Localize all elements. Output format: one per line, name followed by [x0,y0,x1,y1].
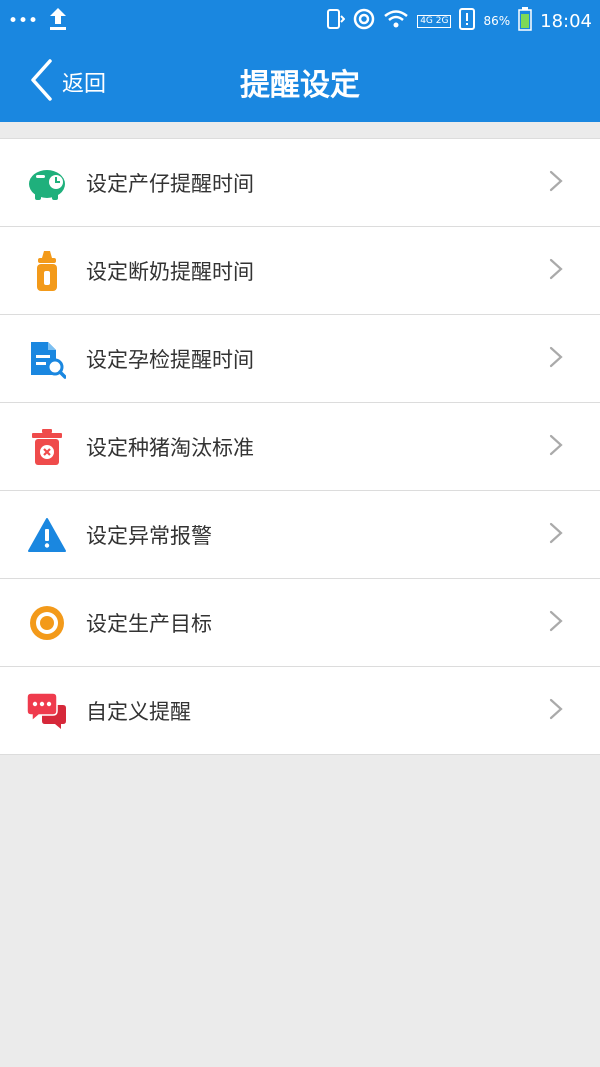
wifi-icon [383,9,409,34]
menu-item-label: 设定种猪淘汰标准 [86,435,254,460]
chevron-right-icon [548,521,564,549]
piggy-bank-icon [26,162,68,204]
chevron-right-icon [548,697,564,725]
menu-item-abnormal-alarm[interactable]: 设定异常报警 [0,491,600,579]
target-icon [26,602,68,644]
chevron-right-icon [548,257,564,285]
menu-item-label: 设定生产目标 [86,611,212,636]
status-bar: ••• 4G 2G 86% 18:04 [0,0,600,42]
signal-network-icon: 4G 2G [417,14,452,28]
document-search-icon [26,338,68,380]
battery-icon [518,6,532,36]
chevron-right-icon [548,345,564,373]
more-dots-icon: ••• [8,11,39,31]
menu-item-birth-reminder[interactable]: 设定产仔提醒时间 [0,139,600,227]
chevron-left-icon [28,58,54,106]
vibrate-icon [325,8,346,35]
back-button[interactable]: 返回 [28,42,106,122]
battery-percent: 86% [483,14,511,28]
chevron-right-icon [548,169,564,197]
chevron-right-icon [548,433,564,461]
menu-item-label: 设定产仔提醒时间 [86,171,254,196]
menu-item-label: 自定义提醒 [86,699,191,724]
clock: 18:04 [540,10,592,32]
menu-item-breeding-pig-culling[interactable]: 设定种猪淘汰标准 [0,403,600,491]
menu-item-label: 设定断奶提醒时间 [86,259,254,284]
chevron-right-icon [548,609,564,637]
menu-item-weaning-reminder[interactable]: 设定断奶提醒时间 [0,227,600,315]
upload-icon [48,6,68,37]
sim-alert-icon [459,7,476,35]
back-label: 返回 [62,72,107,97]
menu-item-custom-reminder[interactable]: 自定义提醒 [0,667,600,755]
trash-delete-icon [26,426,68,468]
carrier-icon [353,8,375,35]
menu-item-pregnancy-check-reminder[interactable]: 设定孕检提醒时间 [0,315,600,403]
chat-bubbles-icon [26,690,68,732]
navigation-header: 返回 提醒设定 [0,42,600,122]
menu-item-label: 设定异常报警 [86,523,212,548]
menu-item-label: 设定孕检提醒时间 [86,347,254,372]
settings-list: 设定产仔提醒时间 设定断奶提醒时间 设定孕检提醒时间 设定种猪淘汰标准 设定异常… [0,138,600,755]
menu-item-production-target[interactable]: 设定生产目标 [0,579,600,667]
warning-icon [26,514,68,556]
baby-bottle-icon [26,250,68,292]
